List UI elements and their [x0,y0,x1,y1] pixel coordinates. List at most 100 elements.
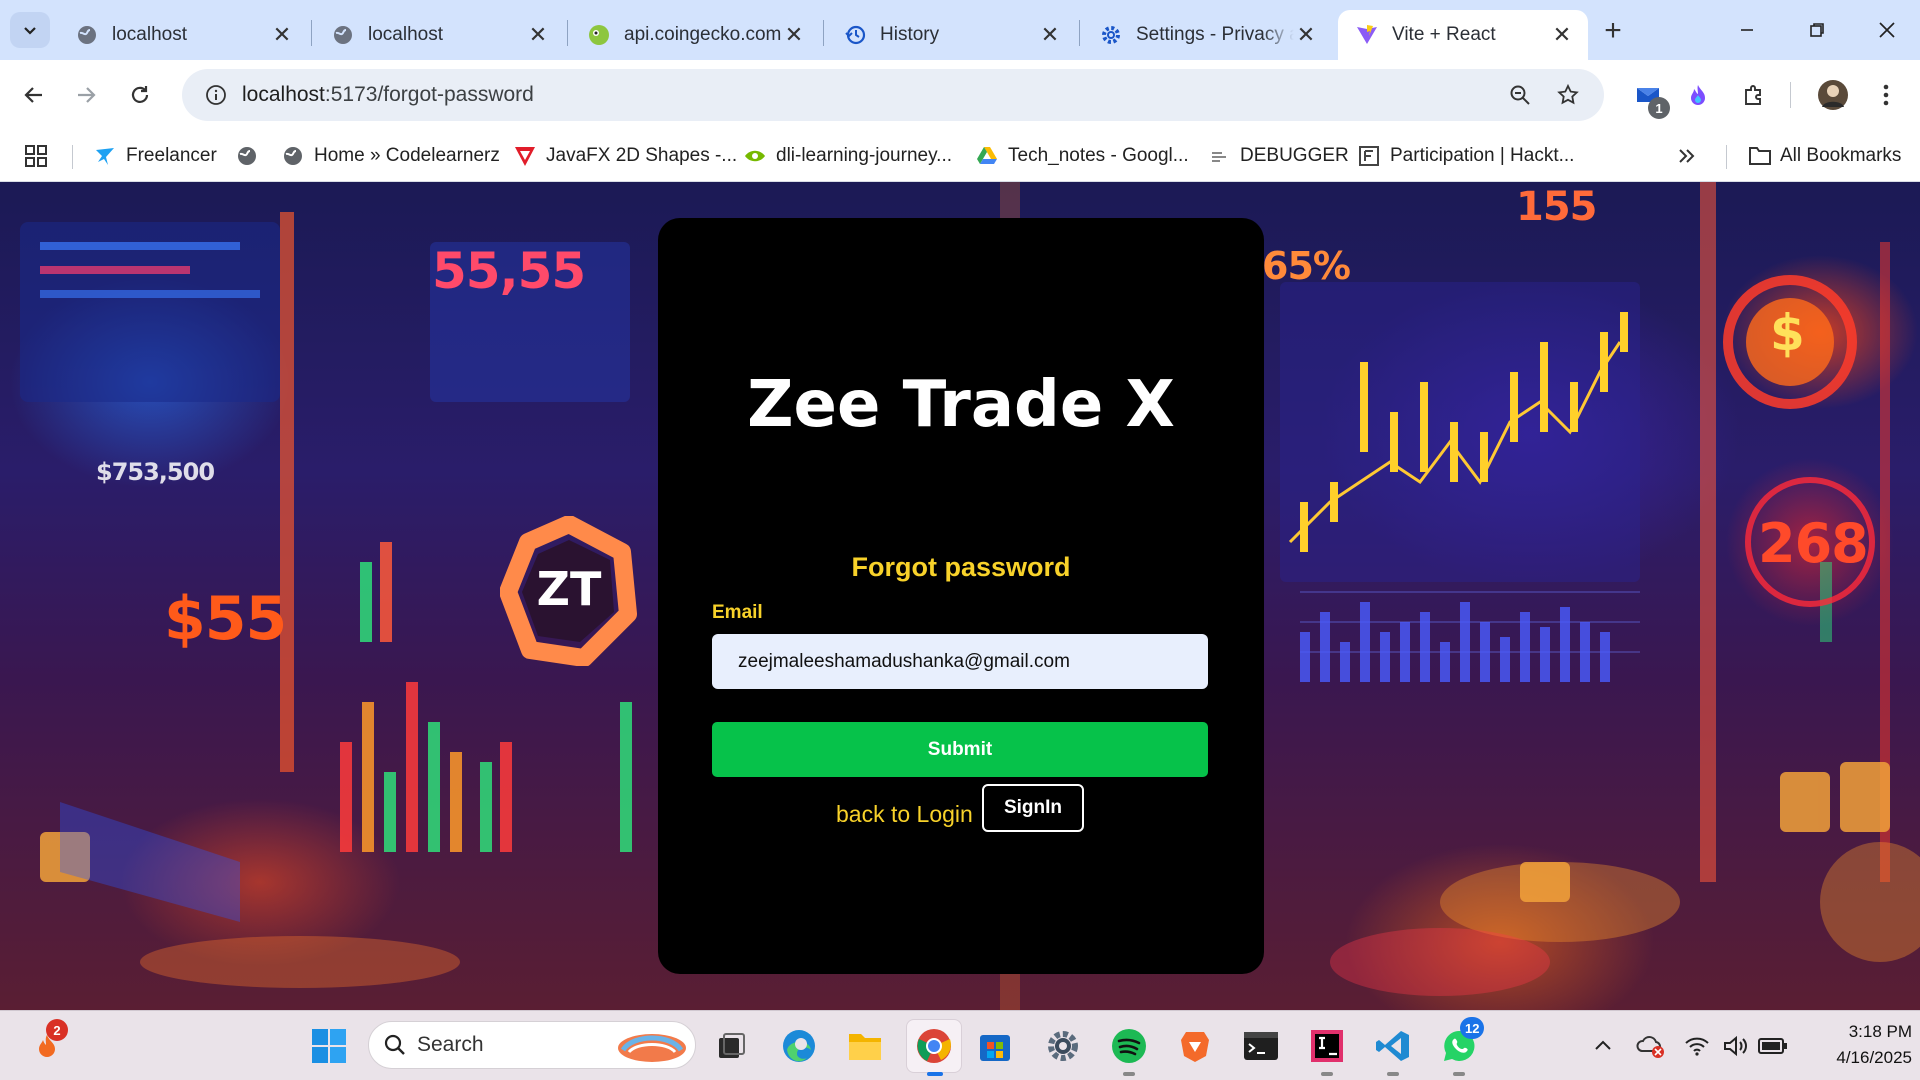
onedrive-sync-error-icon[interactable] [1628,1023,1674,1069]
browser-menu-button[interactable] [1866,75,1906,115]
start-button[interactable] [306,1023,352,1069]
close-window-button[interactable] [1864,12,1910,48]
bookmark-tech-notes[interactable]: Tech_notes - Googl... [976,140,1189,172]
close-icon[interactable]: ✕ [270,22,294,47]
tab-search-button[interactable] [10,12,50,48]
new-tab-button[interactable]: + [1596,14,1630,48]
close-icon[interactable]: ✕ [1038,22,1062,47]
profile-avatar[interactable] [1813,75,1853,115]
coingecko-icon [588,24,610,46]
search-label: Search [417,1033,484,1056]
terminal-icon[interactable] [1238,1023,1284,1069]
bookmark-globe[interactable] [236,140,268,172]
tab-coingecko[interactable]: api.coingecko.com ✕ [570,10,820,60]
tab-title: api.coingecko.com [624,24,782,45]
tab-settings[interactable]: Settings - Privacy a ✕ [1082,10,1332,60]
more-bookmarks-icon[interactable] [1676,140,1696,172]
reload-button[interactable] [120,75,160,115]
windows-taskbar: 2 Search 12 3:18 PM 4/16/2025 [0,1010,1920,1080]
extension-mail-icon[interactable]: 1 [1628,75,1670,119]
back-button[interactable] [14,75,54,115]
address-bar[interactable]: localhost:5173/forgot-password [182,69,1604,121]
tab-history[interactable]: History ✕ [826,10,1076,60]
tab-vite-react[interactable]: Vite + React ✕ [1338,10,1588,60]
close-icon[interactable]: ✕ [782,22,806,47]
logo-text: ZT [536,562,602,616]
javafx-icon [514,145,536,167]
browser-tab-strip: localhost ✕ localhost ✕ api.coingecko.co… [0,0,1920,60]
microsoft-store-icon[interactable] [972,1023,1018,1069]
apps-grid-icon[interactable] [24,140,48,172]
close-icon[interactable]: ✕ [1550,22,1574,47]
file-explorer-icon[interactable] [842,1023,888,1069]
vite-icon [1356,24,1378,46]
bookmark-star-icon[interactable] [1548,75,1588,115]
bookmark-codelearnerz[interactable]: Home » Codelearnerz [282,140,500,172]
search-highlight-icon [615,1026,689,1064]
close-icon[interactable]: ✕ [1294,22,1318,47]
brand-title: Zee Trade X [747,368,1175,442]
submit-button[interactable]: Submit [712,722,1208,777]
folder-icon [1748,145,1771,167]
battery-icon[interactable] [1750,1023,1796,1069]
drive-icon [976,145,998,167]
task-view-icon[interactable] [708,1023,754,1069]
background-figure: $753,500 [96,458,215,486]
signin-button[interactable]: SignIn [982,784,1084,832]
chrome-icon[interactable] [906,1019,962,1073]
background-figure: 55,55 [432,242,586,300]
email-field[interactable] [712,634,1208,689]
settings-gear-icon[interactable] [1040,1023,1086,1069]
spotify-icon[interactable] [1106,1023,1152,1069]
hackathon-icon [1358,145,1380,167]
globe-icon [282,145,304,167]
bookmark-dli[interactable]: dli-learning-journey... [744,140,952,172]
clock-time: 3:18 PM [1848,1022,1912,1041]
globe-icon [332,24,354,46]
tab-title: Settings - Privacy a [1136,24,1294,45]
bookmark-hackathon[interactable]: Participation | Hackt... [1358,140,1574,172]
close-icon[interactable]: ✕ [526,22,550,47]
globe-icon [236,145,258,167]
tab-title: Vite + React [1392,24,1496,45]
tab-title: History [880,24,940,45]
all-bookmarks-folder[interactable]: All Bookmarks [1748,140,1901,172]
clock-date: 4/16/2025 [1836,1048,1912,1067]
whatsapp-icon[interactable]: 12 [1436,1017,1485,1069]
debugger-icon [1208,145,1230,167]
vscode-icon[interactable] [1370,1023,1416,1069]
tab-localhost-1[interactable]: localhost ✕ [58,10,308,60]
forward-button[interactable] [66,75,106,115]
browser-toolbar: localhost:5173/forgot-password 1 [0,60,1920,130]
bookmark-javafx[interactable]: JavaFX 2D Shapes -... [514,140,737,172]
background-figure: $ [1770,304,1805,362]
intellij-icon[interactable] [1304,1023,1350,1069]
weather-widget-icon[interactable]: 2 [24,1019,70,1069]
notification-badge: 12 [1460,1017,1485,1039]
minimize-button[interactable] [1724,12,1770,48]
system-clock[interactable]: 3:18 PM 4/16/2025 [1800,1019,1912,1071]
bookmark-freelancer[interactable]: Freelancer [94,140,217,172]
taskbar-search[interactable]: Search [368,1021,696,1069]
edge-icon[interactable] [776,1023,822,1069]
site-info-icon[interactable] [196,75,236,115]
globe-icon [76,24,98,46]
history-icon [844,24,866,46]
extensions-puzzle-icon[interactable] [1734,75,1774,115]
brave-icon[interactable] [1172,1023,1218,1069]
tab-localhost-2[interactable]: localhost ✕ [314,10,564,60]
zoom-icon[interactable] [1500,75,1540,115]
background-figure: $55 [164,584,287,654]
extension-flame-icon[interactable] [1678,75,1718,115]
chevron-down-icon [22,22,38,38]
bookmark-debugger[interactable]: DEBUGGER [1208,140,1349,172]
forgot-password-page: 55,55 $55 268 155 65% $753,500 $ ZT Zee … [0,182,1920,1010]
form-subtitle: Forgot password [851,552,1071,582]
zt-logo: ZT [500,516,638,666]
forgot-password-card: Zee Trade X Forgot password Email Submit… [658,218,1264,974]
email-label: Email [712,602,763,623]
back-to-login-text: back to Login [836,801,973,827]
restore-button[interactable] [1794,12,1840,48]
show-hidden-icons[interactable] [1580,1023,1626,1069]
tab-title: localhost [112,24,187,45]
